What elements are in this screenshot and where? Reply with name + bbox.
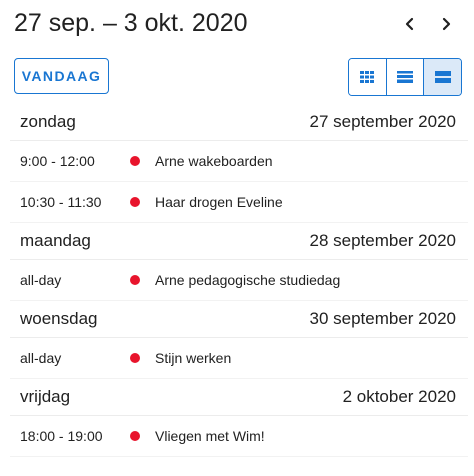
event-title: Vliegen met Wim! bbox=[155, 428, 265, 444]
today-button[interactable]: VANDAAG bbox=[14, 58, 109, 94]
view-switcher bbox=[348, 58, 462, 96]
grid-icon bbox=[360, 71, 375, 83]
chevron-right-icon bbox=[442, 17, 451, 31]
day-header: vrijdag 2 oktober 2020 bbox=[10, 379, 468, 416]
event-row[interactable]: 9:00 - 12:00 Arne wakeboarden bbox=[10, 141, 468, 182]
page-title: 27 sep. – 3 okt. 2020 bbox=[14, 9, 248, 37]
event-row[interactable]: all-day Stijn werken bbox=[10, 338, 468, 379]
day-date: 30 september 2020 bbox=[309, 309, 457, 328]
list-view-button[interactable] bbox=[424, 59, 461, 95]
event-title: Stijn werken bbox=[155, 350, 232, 366]
day-weekday: zondag bbox=[20, 112, 76, 131]
week-view-button[interactable] bbox=[386, 59, 425, 95]
chevron-left-icon bbox=[405, 17, 414, 31]
next-week-button[interactable] bbox=[433, 11, 459, 37]
day-date: 27 september 2020 bbox=[309, 112, 457, 131]
month-view-button[interactable] bbox=[349, 59, 387, 95]
week-rows-icon bbox=[397, 71, 413, 83]
agenda-list: zondag 27 september 2020 9:00 - 12:00 Ar… bbox=[10, 104, 468, 457]
list-icon bbox=[434, 71, 451, 83]
event-time: 18:00 - 19:00 bbox=[20, 428, 103, 444]
event-row[interactable]: 10:30 - 11:30 Haar drogen Eveline bbox=[10, 182, 468, 223]
event-dot-icon bbox=[130, 197, 140, 207]
event-title: Arne pedagogische studiedag bbox=[155, 272, 341, 288]
event-dot-icon bbox=[130, 353, 140, 363]
day-header: maandag 28 september 2020 bbox=[10, 223, 468, 260]
day-weekday: vrijdag bbox=[20, 387, 71, 406]
event-time: 9:00 - 12:00 bbox=[20, 153, 95, 169]
day-header: woensdag 30 september 2020 bbox=[10, 301, 468, 338]
event-dot-icon bbox=[130, 431, 140, 441]
day-date: 28 september 2020 bbox=[309, 231, 457, 250]
event-title: Haar drogen Eveline bbox=[155, 194, 283, 210]
day-header: zondag 27 september 2020 bbox=[10, 104, 468, 141]
event-time: 10:30 - 11:30 bbox=[20, 194, 102, 210]
day-weekday: woensdag bbox=[20, 309, 98, 328]
event-time: all-day bbox=[20, 350, 62, 366]
event-dot-icon bbox=[130, 156, 140, 166]
event-title: Arne wakeboarden bbox=[155, 153, 273, 169]
day-weekday: maandag bbox=[20, 231, 91, 250]
day-date: 2 oktober 2020 bbox=[342, 387, 456, 406]
event-time: all-day bbox=[20, 272, 62, 288]
event-dot-icon bbox=[130, 275, 140, 285]
prev-week-button[interactable] bbox=[397, 11, 423, 37]
event-row[interactable]: 18:00 - 19:00 Vliegen met Wim! bbox=[10, 416, 468, 457]
event-row[interactable]: all-day Arne pedagogische studiedag bbox=[10, 260, 468, 301]
